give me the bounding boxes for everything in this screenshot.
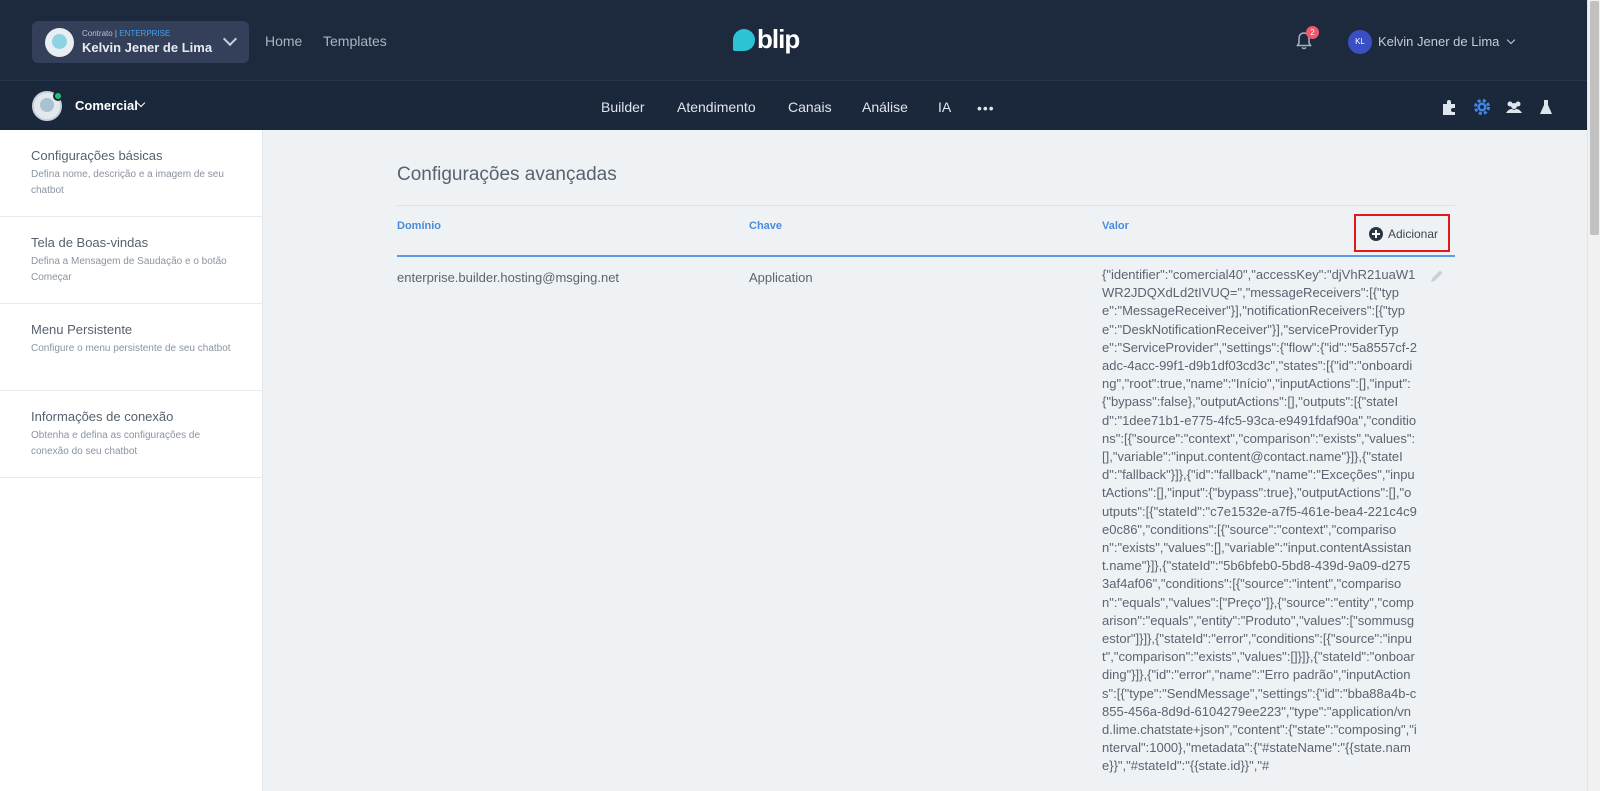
bot-selector[interactable]: Comercial: [75, 98, 138, 113]
row-value: {"identifier":"comercial40","accessKey":…: [1102, 267, 1417, 774]
column-header-value: Valor: [1102, 220, 1129, 232]
contract-plan: ENTERPRISE: [119, 29, 171, 38]
divider: [397, 205, 1455, 206]
sidebar-item-desc: Configure o menu persistente de seu chat…: [31, 343, 231, 354]
flask-icon: [1540, 100, 1552, 114]
column-header-key: Chave: [749, 220, 783, 232]
sidebar-item-desc: Obtenha e defina as configurações de con…: [31, 430, 201, 457]
app-window: Contrato | ENTERPRISE Kelvin Jener de Li…: [0, 0, 1600, 791]
more-options-button[interactable]: •••: [977, 101, 995, 115]
page-scrollbar[interactable]: [1587, 0, 1600, 791]
sidebar-item-connection-info[interactable]: Informações de conexão Obtenha e defina …: [0, 391, 263, 478]
user-avatar: KL: [1348, 30, 1372, 54]
sidebar-item-desc: Defina nome, descrição e a imagem de seu…: [31, 169, 224, 196]
sidebar-item-basic-settings[interactable]: Configurações básicas Defina nome, descr…: [0, 130, 263, 217]
puzzle-icon: [1443, 100, 1455, 115]
table-header-underline: [397, 255, 1455, 257]
nav-atendimento[interactable]: Atendimento: [677, 99, 756, 115]
main-content: Configurações avançadas Domínio Chave Va…: [263, 130, 1587, 791]
nav-analise[interactable]: Análise: [862, 99, 908, 115]
page-title: Configurações avançadas: [397, 164, 617, 185]
pencil-icon: [1431, 270, 1443, 282]
settings-button[interactable]: [1472, 97, 1492, 117]
notifications-button[interactable]: 2: [1295, 26, 1319, 51]
nav-builder[interactable]: Builder: [601, 99, 645, 115]
scrollbar-thumb[interactable]: [1590, 1, 1599, 235]
row-key: Application: [749, 270, 813, 285]
settings-sidebar: Configurações básicas Defina nome, descr…: [0, 130, 263, 791]
sidebar-item-persistent-menu[interactable]: Menu Persistente Configure o menu persis…: [0, 304, 263, 391]
contract-label-text: Contrato |: [82, 29, 117, 38]
logo-text: blip: [757, 24, 800, 54]
user-name: Kelvin Jener de Lima: [1378, 34, 1500, 49]
nav-ia[interactable]: IA: [938, 99, 951, 115]
chevron-down-icon: [222, 31, 238, 47]
sidebar-item-title: Tela de Boas-vindas: [31, 235, 149, 250]
sidebar-item-desc: Defina a Mensagem de Saudação e o botão …: [31, 256, 227, 283]
column-header-domain: Domínio: [397, 220, 441, 232]
nav-canais[interactable]: Canais: [788, 99, 832, 115]
chevron-down-icon: [1506, 35, 1516, 45]
extensions-button[interactable]: [1440, 97, 1460, 117]
add-circle-icon: [1369, 227, 1383, 241]
bot-navigation-bar: Comercial Builder Atendimento Canais Aná…: [0, 80, 1587, 130]
sidebar-item-title: Configurações básicas: [31, 148, 163, 163]
templates-link[interactable]: Templates: [323, 33, 387, 49]
contract-label: Contrato | ENTERPRISE: [82, 29, 170, 38]
lab-button[interactable]: [1536, 97, 1556, 117]
add-button[interactable]: Adicionar: [1354, 214, 1450, 252]
row-domain: enterprise.builder.hosting@msging.net: [397, 270, 620, 285]
team-button[interactable]: [1504, 97, 1524, 117]
edit-row-button[interactable]: [1429, 268, 1445, 284]
gear-icon: [1474, 99, 1490, 115]
online-status-dot: [53, 91, 63, 101]
notification-badge: 2: [1306, 26, 1319, 39]
sidebar-item-title: Informações de conexão: [31, 409, 174, 424]
contract-avatar: [45, 28, 74, 57]
sidebar-item-welcome-screen[interactable]: Tela de Boas-vindas Defina a Mensagem de…: [0, 217, 263, 304]
chevron-down-icon[interactable]: [136, 98, 146, 108]
contract-name: Kelvin Jener de Lima: [82, 40, 213, 55]
add-button-label: Adicionar: [1388, 227, 1439, 241]
sidebar-item-title: Menu Persistente: [31, 322, 133, 337]
logo-bubble-icon: [733, 29, 755, 51]
contract-selector[interactable]: Contrato | ENTERPRISE Kelvin Jener de Li…: [32, 21, 249, 63]
team-icon: [1506, 101, 1522, 113]
top-bar: Contrato | ENTERPRISE Kelvin Jener de Li…: [0, 0, 1587, 80]
home-link[interactable]: Home: [265, 33, 302, 49]
